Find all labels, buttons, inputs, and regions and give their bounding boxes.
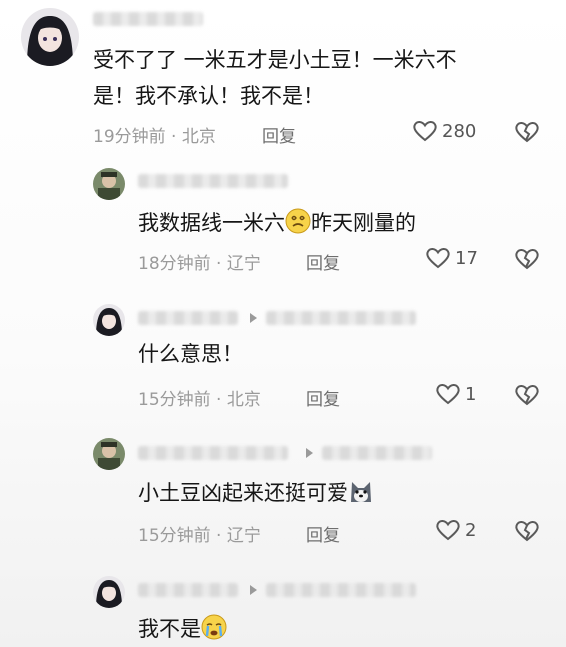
comment-time-location: 15分钟前 · 北京 — [138, 390, 261, 410]
username-blurred — [93, 12, 203, 26]
reply-button[interactable]: 回复 — [306, 385, 340, 410]
heart-icon — [413, 121, 437, 142]
username-blurred — [138, 446, 288, 460]
username-blurred — [322, 446, 432, 460]
heart-icon — [426, 248, 450, 269]
heart-icon — [436, 384, 460, 405]
reply-button[interactable]: 回复 — [306, 249, 340, 274]
username-blurred — [138, 174, 288, 188]
reply-button[interactable]: 回复 — [306, 521, 340, 546]
reply-to-arrow-icon — [306, 448, 313, 458]
like-button[interactable]: 2 — [435, 518, 476, 542]
like-count: 280 — [442, 120, 477, 142]
comment-text: 什么意思！ — [138, 342, 243, 366]
username-blurred — [266, 583, 416, 597]
comment-time-location: 15分钟前 · 辽宁 — [138, 526, 261, 546]
like-button[interactable]: 1 — [435, 382, 476, 406]
broken-heart-icon[interactable] — [514, 519, 540, 543]
reply-to-arrow-icon — [250, 585, 257, 595]
broken-heart-icon[interactable] — [514, 383, 540, 407]
comment-time-location: 19分钟前 · 北京 — [93, 127, 216, 147]
avatar[interactable] — [93, 438, 125, 470]
like-count: 2 — [465, 519, 477, 541]
avatar[interactable] — [21, 8, 79, 66]
broken-heart-icon[interactable] — [514, 120, 540, 144]
crying-face-emoji — [201, 614, 227, 640]
husky-dog-emoji — [351, 482, 371, 502]
comment-text: 小土豆凶起来还挺可爱 — [138, 476, 374, 510]
reply-item: 我不是 — [0, 570, 566, 647]
dizzy-face-emoji — [285, 208, 311, 234]
reply-button[interactable]: 回复 — [262, 122, 296, 147]
avatar[interactable] — [93, 168, 125, 200]
comment-item: 受不了了 一米五才是小土豆！一米六不 是！我不承认！我不是！ 19分钟前 · 北… — [0, 0, 566, 160]
comment-text: 受不了了 一米五才是小土豆！一米六不 — [93, 48, 457, 72]
like-button[interactable]: 280 — [412, 119, 476, 143]
comment-text: 是！我不承认！我不是！ — [93, 84, 324, 108]
avatar[interactable] — [93, 576, 125, 608]
broken-heart-icon[interactable] — [514, 247, 540, 271]
reply-item: 什么意思！ 15分钟前 · 北京 回复 1 — [0, 296, 566, 426]
like-count: 17 — [455, 247, 478, 269]
username-blurred — [138, 311, 238, 325]
reply-item: 小土豆凶起来还挺可爱 15分钟前 · 辽宁 回复 2 — [0, 432, 566, 562]
reply-to-arrow-icon — [250, 313, 257, 323]
avatar[interactable] — [93, 304, 125, 336]
heart-icon — [436, 520, 460, 541]
username-blurred — [138, 583, 238, 597]
username-blurred — [266, 311, 416, 325]
comment-text: 我不是 — [138, 612, 227, 646]
comment-text: 我数据线一米六 昨天刚量的 — [138, 206, 416, 240]
comment-time-location: 18分钟前 · 辽宁 — [138, 254, 261, 274]
reply-item: 我数据线一米六 昨天刚量的 18分钟前 · 辽宁 回复 17 — [0, 160, 566, 290]
like-count: 1 — [465, 383, 477, 405]
like-button[interactable]: 17 — [425, 246, 478, 270]
